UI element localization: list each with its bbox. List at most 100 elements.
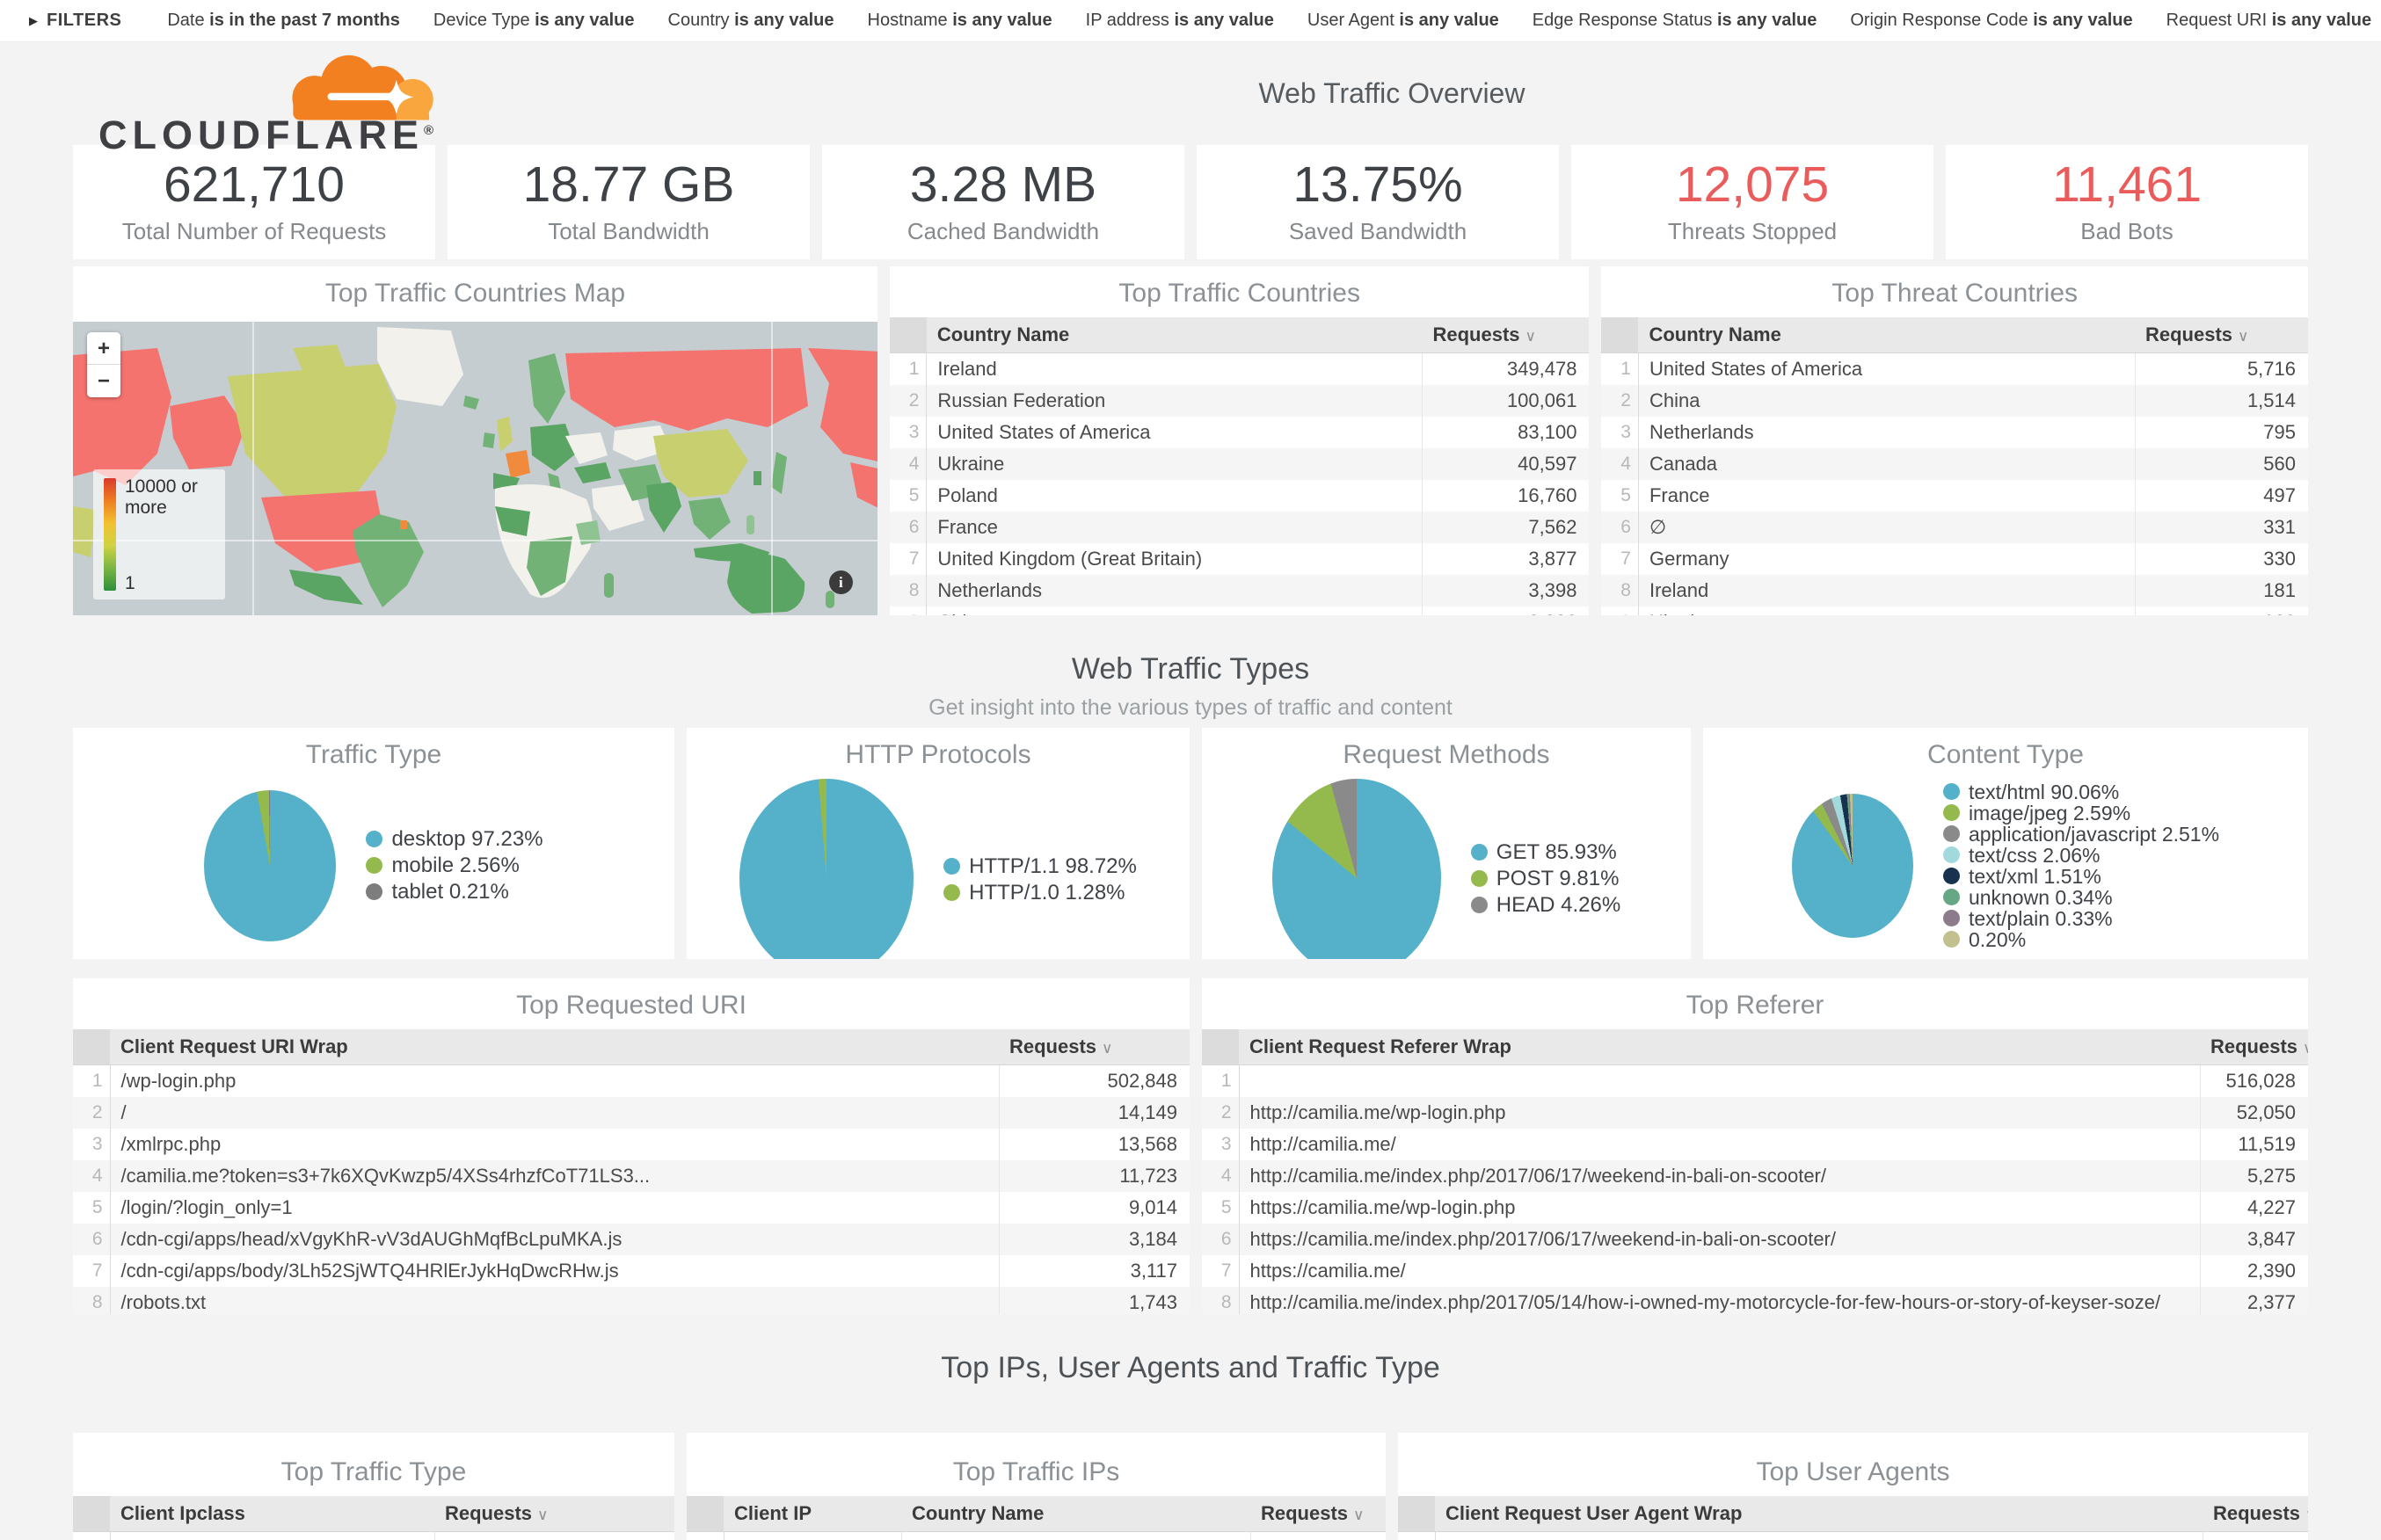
table-cell: 5,716 <box>2135 353 2308 386</box>
table-header-row: Country NameRequests∨ <box>890 317 1590 353</box>
filter-ip-address[interactable]: IP address is any value <box>1086 11 1274 31</box>
legend-item[interactable]: GET 85.93% <box>1471 840 1620 864</box>
rank-cell: 1 <box>1202 1065 1239 1098</box>
top-referer-table: Client Request Referer WrapRequests∨1516… <box>1202 1029 2308 1314</box>
table-row: 3United States of America83,100 <box>890 417 1590 448</box>
filter-date[interactable]: Date is in the past 7 months <box>167 11 400 31</box>
legend-item[interactable]: text/xml 1.51% <box>1943 867 2219 886</box>
filter-field: Edge Response Status <box>1533 11 1717 30</box>
column-header-requests[interactable]: Requests∨ <box>434 1496 674 1532</box>
rank-cell: 4 <box>1601 448 1638 480</box>
panel-title: Top Traffic Countries <box>890 266 1590 317</box>
table-row: 6/cdn-cgi/apps/head/xVgyKhR-vV3dAUGhMqfB… <box>73 1224 1190 1255</box>
legend-item[interactable]: unknown 0.34% <box>1943 888 2219 907</box>
legend-item[interactable]: mobile 2.56% <box>366 854 542 877</box>
filter-country[interactable]: Country is any value <box>668 11 834 31</box>
filter-origin-response-code[interactable]: Origin Response Code is any value <box>1850 11 2132 31</box>
panel-title: Top Requested URI <box>73 978 1190 1029</box>
legend-item[interactable]: image/jpeg 2.59% <box>1943 803 2219 823</box>
filter-value: is any value <box>535 11 634 30</box>
traffic-countries-table: Country NameRequests∨1Ireland349,4782Rus… <box>890 317 1590 615</box>
table-row: 5Poland16,760 <box>890 480 1590 512</box>
legend-item[interactable]: text/html 90.06% <box>1943 782 2219 802</box>
table-cell: 14,149 <box>999 1097 1190 1129</box>
table-cell: United States of America <box>927 417 1423 448</box>
table-row: 1/wp-login.php502,848 <box>73 1065 1190 1098</box>
panel-traffic-type-pie: Traffic Type desktop 97.23%mobile 2.56%t… <box>73 728 674 959</box>
legend-item[interactable]: HTTP/1.1 98.72% <box>943 854 1137 878</box>
filter-request-uri[interactable]: Request URI is any value <box>2166 11 2371 31</box>
table-cell: 502,848 <box>999 1065 1190 1098</box>
table-cell: /xmlrpc.php <box>110 1129 999 1160</box>
filter-value: is any value <box>2272 11 2371 30</box>
legend-swatch-icon <box>1943 931 1960 948</box>
sort-chevron-icon: ∨ <box>1102 1040 1112 1057</box>
rank-column-header <box>73 1496 110 1532</box>
legend-item[interactable]: 0.20% <box>1943 930 2219 949</box>
pie-legend: GET 85.93% POST 9.81% HEAD 4.26% <box>1471 838 1620 919</box>
column-header-requests[interactable]: Requests∨ <box>1250 1496 1386 1532</box>
top-requested-uri-table: Client Request URI WrapRequests∨1/wp-log… <box>73 1029 1190 1314</box>
panel-traffic-countries-map: Top Traffic Countries Map <box>73 266 877 615</box>
panel-title: Top User Agents <box>1398 1447 2308 1496</box>
filter-user-agent[interactable]: User Agent is any value <box>1307 11 1499 31</box>
table-cell: 169 <box>2135 607 2308 615</box>
legend-item[interactable]: HEAD 4.26% <box>1471 893 1620 917</box>
stat-card-total-bandwidth: 18.77 GBTotal Bandwidth <box>448 145 810 259</box>
table-row: 2Russian Federation100,061 <box>890 385 1590 417</box>
legend-swatch-icon <box>1943 783 1960 800</box>
legend-item[interactable]: tablet 0.21% <box>366 880 542 904</box>
panel-title: Content Type <box>1703 728 2308 779</box>
stat-label: Total Bandwidth <box>548 218 710 245</box>
http-protocols-pie-chart[interactable] <box>739 779 914 959</box>
legend-item[interactable]: POST 9.81% <box>1471 867 1620 890</box>
table-cell: 349,478 <box>1422 353 1589 386</box>
table-cell: France <box>1638 480 2135 512</box>
rank-cell: 7 <box>890 543 927 575</box>
table-cell: 2,377 <box>2200 1287 2308 1314</box>
table-cell: Canada <box>1638 448 2135 480</box>
rank-cell: 3 <box>73 1129 110 1160</box>
legend-item[interactable]: text/css 2.06% <box>1943 846 2219 865</box>
legend-item[interactable]: text/plain 0.33% <box>1943 909 2219 928</box>
stat-card-cached-bandwidth: 3.28 MBCached Bandwidth <box>822 145 1184 259</box>
column-header-requests[interactable]: Requests∨ <box>2200 1029 2308 1065</box>
legend-item[interactable]: HTTP/1.0 1.28% <box>943 881 1137 904</box>
table-cell: /cdn-cgi/apps/body/3Lh52SjWTQ4HRlErJykHq… <box>110 1255 999 1287</box>
request-methods-pie-chart[interactable] <box>1272 779 1441 959</box>
panel-request-methods-pie: Request Methods GET 85.93%POST 9.81%HEAD… <box>1202 728 1691 959</box>
table-cell: https://camilia.me/ <box>1239 1255 2200 1287</box>
world-map[interactable]: + − 10000 or more 1 i <box>73 322 877 615</box>
traffic-type-pie-chart[interactable] <box>204 790 336 941</box>
pie-legend: HTTP/1.1 98.72% HTTP/1.0 1.28% <box>943 852 1137 907</box>
legend-item[interactable]: application/javascript 2.51% <box>1943 824 2219 844</box>
legend-item[interactable]: desktop 97.23% <box>366 827 542 851</box>
legend-label: desktop 97.23% <box>391 827 542 851</box>
stat-card-bad-bots: 11,461Bad Bots <box>1946 145 2308 259</box>
column-header-requests[interactable]: Requests∨ <box>2203 1496 2308 1532</box>
filter-hostname[interactable]: Hostname is any value <box>868 11 1052 31</box>
column-header-country-name: Country Name <box>1638 317 2135 353</box>
filters-toggle[interactable]: ▶ FILTERS <box>29 11 121 31</box>
rank-cell: 9 <box>890 607 927 615</box>
filter-device-type[interactable]: Device Type is any value <box>433 11 635 31</box>
table-cell: 52,050 <box>2200 1097 2308 1129</box>
content-type-pie-chart[interactable] <box>1792 794 1913 938</box>
zoom-in-button[interactable]: + <box>87 332 120 365</box>
filter-value: is any value <box>1717 11 1817 30</box>
filter-value: is any value <box>952 11 1052 30</box>
zoom-out-button[interactable]: − <box>87 365 120 397</box>
column-header-requests[interactable]: Requests∨ <box>2135 317 2308 353</box>
legend-label: GET 85.93% <box>1496 840 1617 864</box>
info-icon[interactable]: i <box>829 570 853 594</box>
legend-swatch-icon <box>1471 844 1488 861</box>
top-traffic-type-table: Client IpclassRequests∨1noRecord568,088 <box>73 1496 674 1540</box>
column-header-requests[interactable]: Requests∨ <box>999 1029 1190 1065</box>
rank-cell: 4 <box>890 448 927 480</box>
legend-swatch-icon <box>1943 889 1960 905</box>
column-header-requests[interactable]: Requests∨ <box>1422 317 1589 353</box>
filter-edge-response-status[interactable]: Edge Response Status is any value <box>1533 11 1817 31</box>
panel-title: HTTP Protocols <box>687 728 1190 779</box>
panel-title: Top Threat Countries <box>1601 266 2308 317</box>
stat-value: 3.28 MB <box>910 159 1096 212</box>
